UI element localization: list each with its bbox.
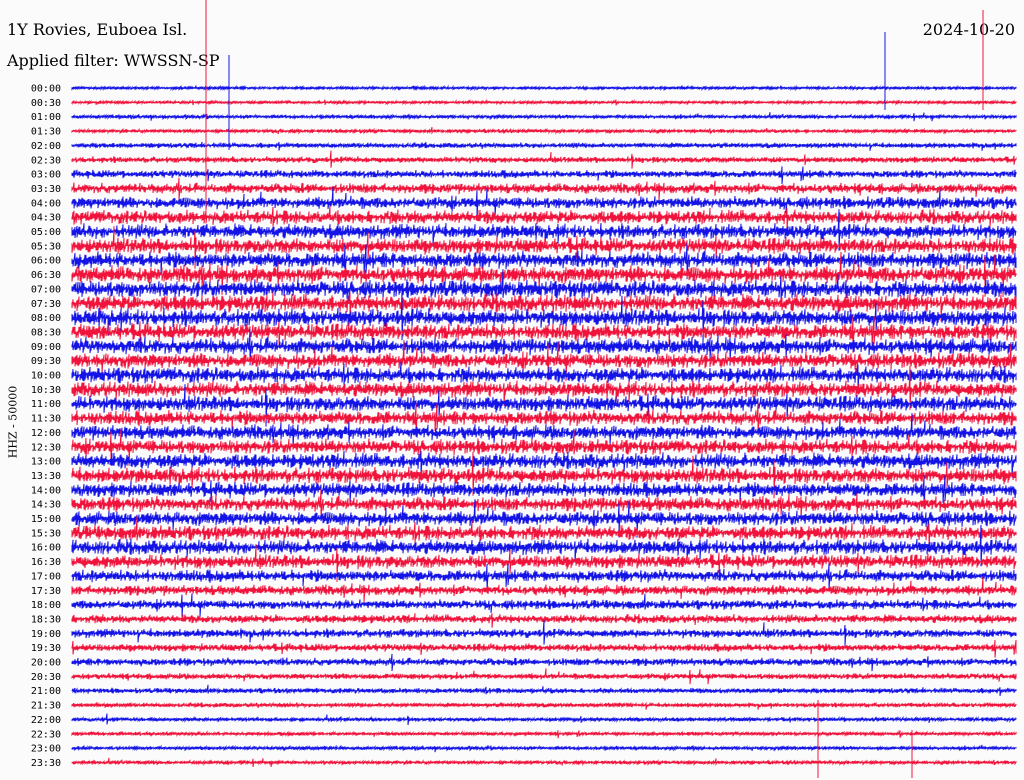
trace-line <box>71 668 1017 685</box>
time-label: 00:30 <box>31 98 61 109</box>
time-label: 11:30 <box>31 414 61 425</box>
time-label: 18:30 <box>31 614 61 625</box>
time-label: 21:30 <box>31 701 61 712</box>
time-label: 22:00 <box>31 715 61 726</box>
time-label: 03:30 <box>31 184 61 195</box>
trace-line <box>71 84 1017 92</box>
trace-group <box>71 0 1017 778</box>
time-label: 12:00 <box>31 428 61 439</box>
time-label: 06:30 <box>31 270 61 281</box>
time-label: 19:30 <box>31 643 61 654</box>
time-label: 12:30 <box>31 442 61 453</box>
time-label: 02:00 <box>31 141 61 152</box>
trace-line <box>71 684 1017 696</box>
time-labels: 00:00 00:30 01:00 01:30 02:00 02:30 03:00 03:30… <box>31 84 61 769</box>
time-label: 03:00 <box>31 170 61 181</box>
time-label: 20:30 <box>31 672 61 683</box>
trace-line <box>71 653 1017 672</box>
time-label: 17:30 <box>31 586 61 597</box>
time-label: 08:30 <box>31 327 61 338</box>
trace-line <box>71 141 1017 151</box>
time-label: 16:00 <box>31 543 61 554</box>
time-label: 13:00 <box>31 457 61 468</box>
time-label: 08:00 <box>31 313 61 324</box>
time-label: 23:30 <box>31 758 61 769</box>
time-label: 18:00 <box>31 600 61 611</box>
time-label: 13:30 <box>31 471 61 482</box>
time-label: 14:00 <box>31 485 61 496</box>
trace-line <box>71 593 1017 618</box>
time-label: 11:00 <box>31 399 61 410</box>
time-label: 04:00 <box>31 198 61 209</box>
trace-line <box>71 177 1017 201</box>
trace-line <box>71 744 1017 753</box>
trace-line <box>71 757 1017 767</box>
time-label: 02:30 <box>31 155 61 166</box>
time-label: 06:00 <box>31 256 61 267</box>
time-label: 05:30 <box>31 241 61 252</box>
time-label: 19:00 <box>31 629 61 640</box>
time-label: 10:30 <box>31 385 61 396</box>
time-label: 16:30 <box>31 557 61 568</box>
time-label: 21:00 <box>31 686 61 697</box>
time-label: 15:00 <box>31 514 61 525</box>
trace-line <box>71 126 1017 135</box>
time-label: 07:30 <box>31 299 61 310</box>
time-label: 14:30 <box>31 500 61 511</box>
time-label: 20:00 <box>31 658 61 669</box>
time-label: 10:00 <box>31 371 61 382</box>
time-label: 05:00 <box>31 227 61 238</box>
time-label: 15:30 <box>31 528 61 539</box>
trace-line <box>71 730 1017 739</box>
helicorder-plot: 00:00 00:30 01:00 01:30 02:00 02:30 03:00 03:30… <box>31 0 1017 778</box>
time-label: 09:30 <box>31 356 61 367</box>
trace-line <box>71 150 1017 169</box>
trace-line <box>71 112 1017 122</box>
trace-line <box>71 620 1017 647</box>
trace-line <box>71 488 1017 522</box>
time-label: 07:00 <box>31 284 61 295</box>
time-label: 01:00 <box>31 112 61 123</box>
time-label: 23:00 <box>31 744 61 755</box>
time-label: 09:00 <box>31 342 61 353</box>
time-label: 17:00 <box>31 571 61 582</box>
time-label: 00:00 <box>31 84 61 95</box>
time-label: 22:30 <box>31 729 61 740</box>
trace-line <box>71 701 1017 710</box>
trace-line <box>71 713 1017 726</box>
time-label: 01:30 <box>31 127 61 138</box>
trace-line <box>71 166 1017 185</box>
time-label: 04:30 <box>31 213 61 224</box>
trace-line <box>71 98 1017 106</box>
